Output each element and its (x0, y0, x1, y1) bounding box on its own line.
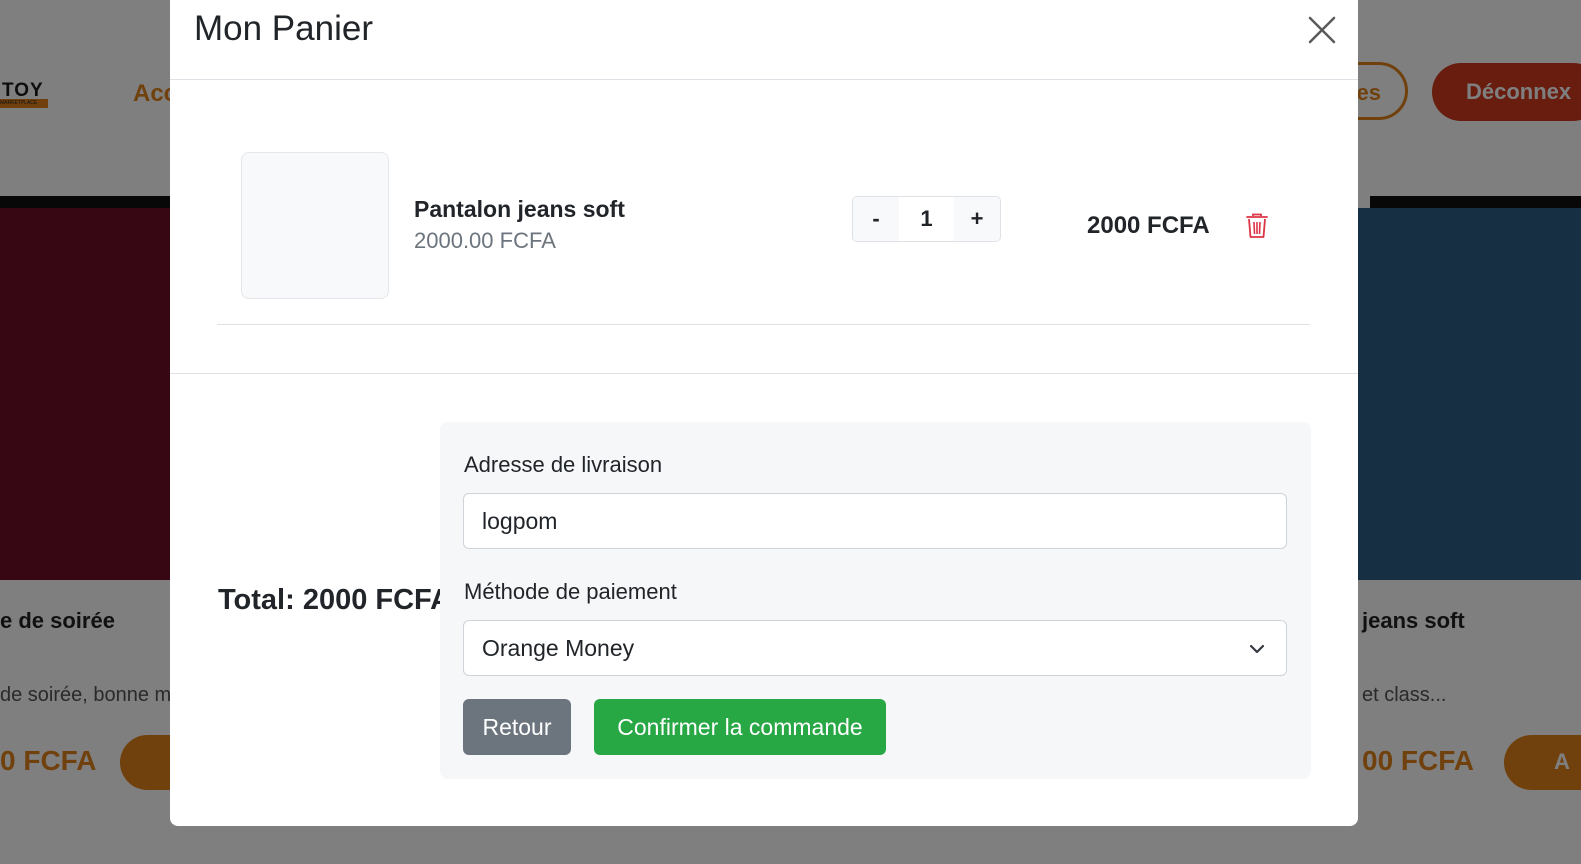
trash-icon (1246, 213, 1268, 238)
cart-item: Pantalon jeans soft 2000.00 FCFA - 1 + 2… (217, 80, 1310, 325)
item-line-total: 2000 FCFA (1087, 212, 1210, 239)
close-icon (1308, 16, 1336, 44)
modal-footer-divider (170, 373, 1358, 374)
cart-modal: Mon Panier Pantalon jeans soft 2000.00 F… (170, 0, 1358, 826)
increase-quantity-button[interactable]: + (954, 197, 1000, 241)
back-button[interactable]: Retour (463, 699, 571, 755)
chevron-down-icon (1249, 644, 1265, 654)
modal-title: Mon Panier (194, 9, 373, 48)
modal-header: Mon Panier (170, 0, 1358, 80)
confirm-order-button[interactable]: Confirmer la commande (594, 699, 886, 755)
checkout-form: Adresse de livraison logpom Méthode de p… (440, 422, 1311, 779)
item-unit-price: 2000.00 FCFA (414, 228, 556, 253)
decrease-quantity-button[interactable]: - (853, 197, 899, 241)
address-input[interactable]: logpom (463, 493, 1287, 549)
payment-method-select[interactable]: Orange Money (463, 620, 1287, 676)
payment-method-value: Orange Money (482, 635, 635, 661)
remove-item-button[interactable] (1245, 213, 1269, 239)
quantity-stepper: - 1 + (852, 196, 1001, 242)
payment-method-label: Méthode de paiement (464, 579, 677, 604)
address-label: Adresse de livraison (464, 452, 663, 477)
quantity-value: 1 (899, 197, 954, 241)
cart-total: Total: 2000 FCFA (218, 584, 452, 616)
close-button[interactable] (1304, 12, 1340, 48)
item-name: Pantalon jeans soft (414, 196, 625, 222)
product-thumbnail (241, 152, 389, 299)
